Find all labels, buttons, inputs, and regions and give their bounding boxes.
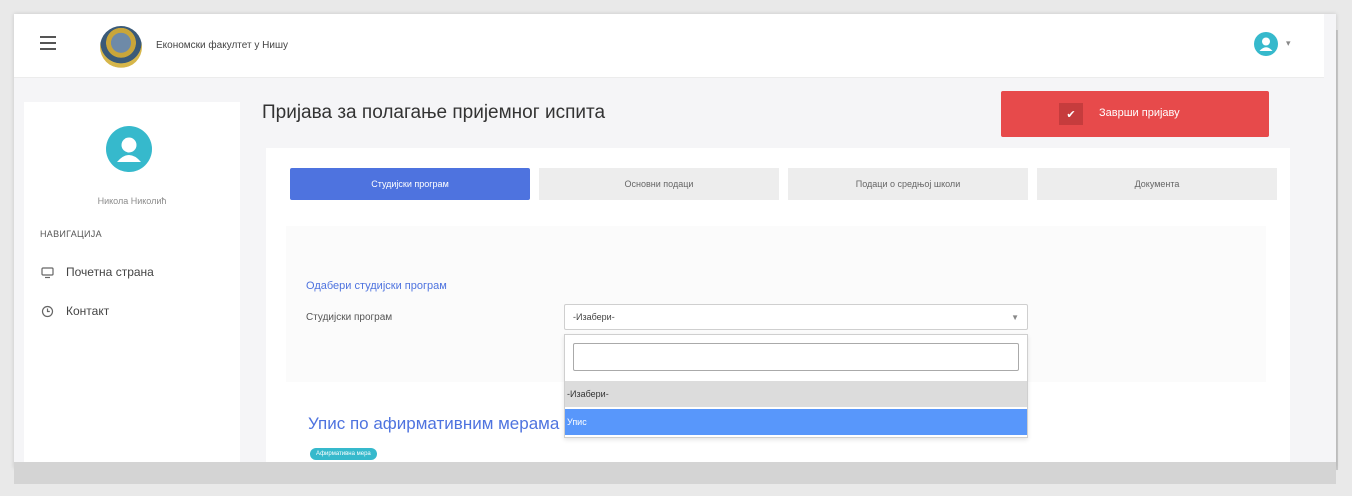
wizard-tabs: Студијски програм Основни подаци Подаци … bbox=[290, 168, 1278, 200]
browser-viewport: Економски факултет у Нишу ▾ Никола Никол… bbox=[14, 14, 1336, 468]
top-navbar: Економски факултет у Нишу ▾ bbox=[14, 14, 1324, 78]
finish-application-button[interactable]: ✔ Заврши пријаву bbox=[1001, 91, 1269, 137]
hamburger-menu-icon[interactable] bbox=[40, 36, 56, 50]
brand-name[interactable]: Економски факултет у Нишу bbox=[156, 40, 288, 51]
sidebar-item-label: Контакт bbox=[66, 304, 110, 318]
study-program-select[interactable]: -Изабери- ▼ bbox=[564, 304, 1028, 330]
tab-high-school-data[interactable]: Подаци о средњој школи bbox=[788, 168, 1028, 200]
window-edge-shadow-bottom bbox=[14, 462, 1336, 484]
select-dropdown: -Изабери- Упис bbox=[564, 334, 1028, 438]
nav-heading: НАВИГАЦИЈА bbox=[40, 229, 102, 239]
faculty-logo[interactable] bbox=[100, 26, 142, 68]
checkmark-icon: ✔ bbox=[1059, 103, 1083, 125]
user-avatar-icon[interactable] bbox=[1254, 32, 1278, 56]
monitor-icon bbox=[40, 265, 54, 279]
page-title: Пријава за полагање пријемног испита bbox=[262, 102, 606, 123]
clock-icon bbox=[40, 304, 54, 318]
dropdown-search-input[interactable] bbox=[573, 343, 1019, 371]
select-value: -Изабери- bbox=[573, 312, 615, 322]
dropdown-option[interactable]: -Изабери- bbox=[565, 381, 1027, 407]
sidebar-item-label: Почетна страна bbox=[66, 265, 154, 279]
tab-documents[interactable]: Документа bbox=[1037, 168, 1277, 200]
section-title: Одабери студијски програм bbox=[306, 280, 447, 292]
finish-application-label: Заврши пријаву bbox=[1099, 107, 1180, 119]
study-program-label: Студијски програм bbox=[306, 312, 393, 323]
sidebar-user-name: Никола Николић bbox=[97, 196, 167, 206]
affirmative-badge: Афирмативна мера bbox=[310, 448, 377, 460]
sidebar: Никола Николић НАВИГАЦИЈА Почетна страна… bbox=[24, 102, 240, 468]
user-menu[interactable]: ▾ bbox=[1254, 32, 1306, 60]
dropdown-option-highlighted[interactable]: Упис bbox=[565, 409, 1027, 435]
sidebar-item-home[interactable]: Почетна страна bbox=[40, 262, 154, 282]
tab-basic-data[interactable]: Основни подаци bbox=[539, 168, 779, 200]
sidebar-item-contact[interactable]: Контакт bbox=[40, 301, 109, 321]
application-card: Студијски програм Основни подаци Подаци … bbox=[266, 148, 1290, 468]
affirmative-section-title: Упис по афирмативним мерама bbox=[308, 414, 560, 433]
chevron-down-icon: ▼ bbox=[1011, 313, 1019, 322]
chevron-down-icon[interactable]: ▾ bbox=[1286, 38, 1291, 49]
tab-study-program[interactable]: Студијски програм bbox=[290, 168, 530, 200]
user-avatar-large-icon bbox=[106, 126, 152, 172]
